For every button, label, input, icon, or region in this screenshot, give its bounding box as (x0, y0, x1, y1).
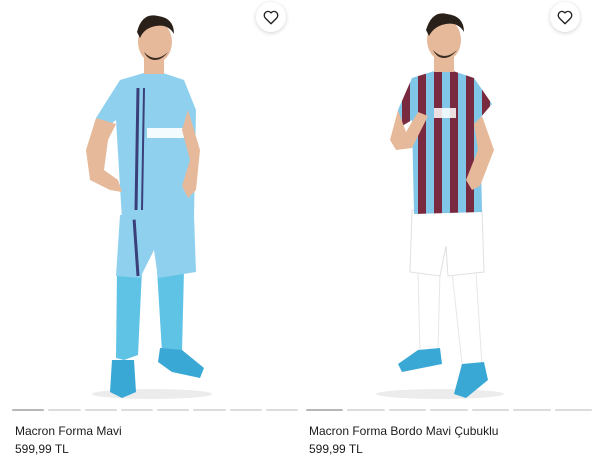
favorite-button[interactable] (550, 2, 580, 32)
product-grid: Macron Forma Mavi 599,99 TL Macron Forma… (0, 0, 600, 469)
carousel-dot[interactable] (229, 409, 262, 411)
carousel-dot[interactable] (430, 409, 468, 411)
product-card[interactable]: Macron Forma Bordo Mavi Çubuklu 599,99 T… (306, 0, 592, 469)
carousel-dot[interactable] (471, 409, 510, 411)
carousel-dot[interactable] (388, 409, 427, 411)
carousel-dot[interactable] (84, 409, 117, 411)
carousel-dot[interactable] (347, 409, 385, 411)
carousel-dot[interactable] (265, 409, 298, 411)
product-card[interactable]: Macron Forma Mavi 599,99 TL (12, 0, 298, 469)
player-figure-claret-blue-kit (376, 13, 504, 399)
carousel-dot[interactable] (157, 409, 190, 411)
product-name[interactable]: Macron Forma Mavi (15, 424, 122, 438)
image-carousel-indicator[interactable] (12, 409, 298, 412)
product-image[interactable] (12, 0, 298, 405)
player-figure-blue-kit (86, 15, 212, 399)
carousel-dot[interactable] (12, 409, 45, 411)
carousel-dot[interactable] (554, 409, 592, 411)
carousel-dot[interactable] (513, 409, 551, 411)
product-price: 599,99 TL (15, 442, 69, 456)
heart-outline-icon (263, 10, 279, 25)
product-image[interactable] (306, 0, 592, 405)
product-price: 599,99 TL (309, 442, 363, 456)
favorite-button[interactable] (256, 2, 286, 32)
product-name[interactable]: Macron Forma Bordo Mavi Çubuklu (309, 424, 498, 438)
heart-outline-icon (557, 10, 573, 25)
image-carousel-indicator[interactable] (306, 409, 592, 412)
carousel-dot[interactable] (48, 409, 81, 411)
carousel-dot[interactable] (193, 409, 226, 411)
carousel-dot[interactable] (120, 409, 153, 411)
carousel-dot[interactable] (306, 409, 344, 411)
